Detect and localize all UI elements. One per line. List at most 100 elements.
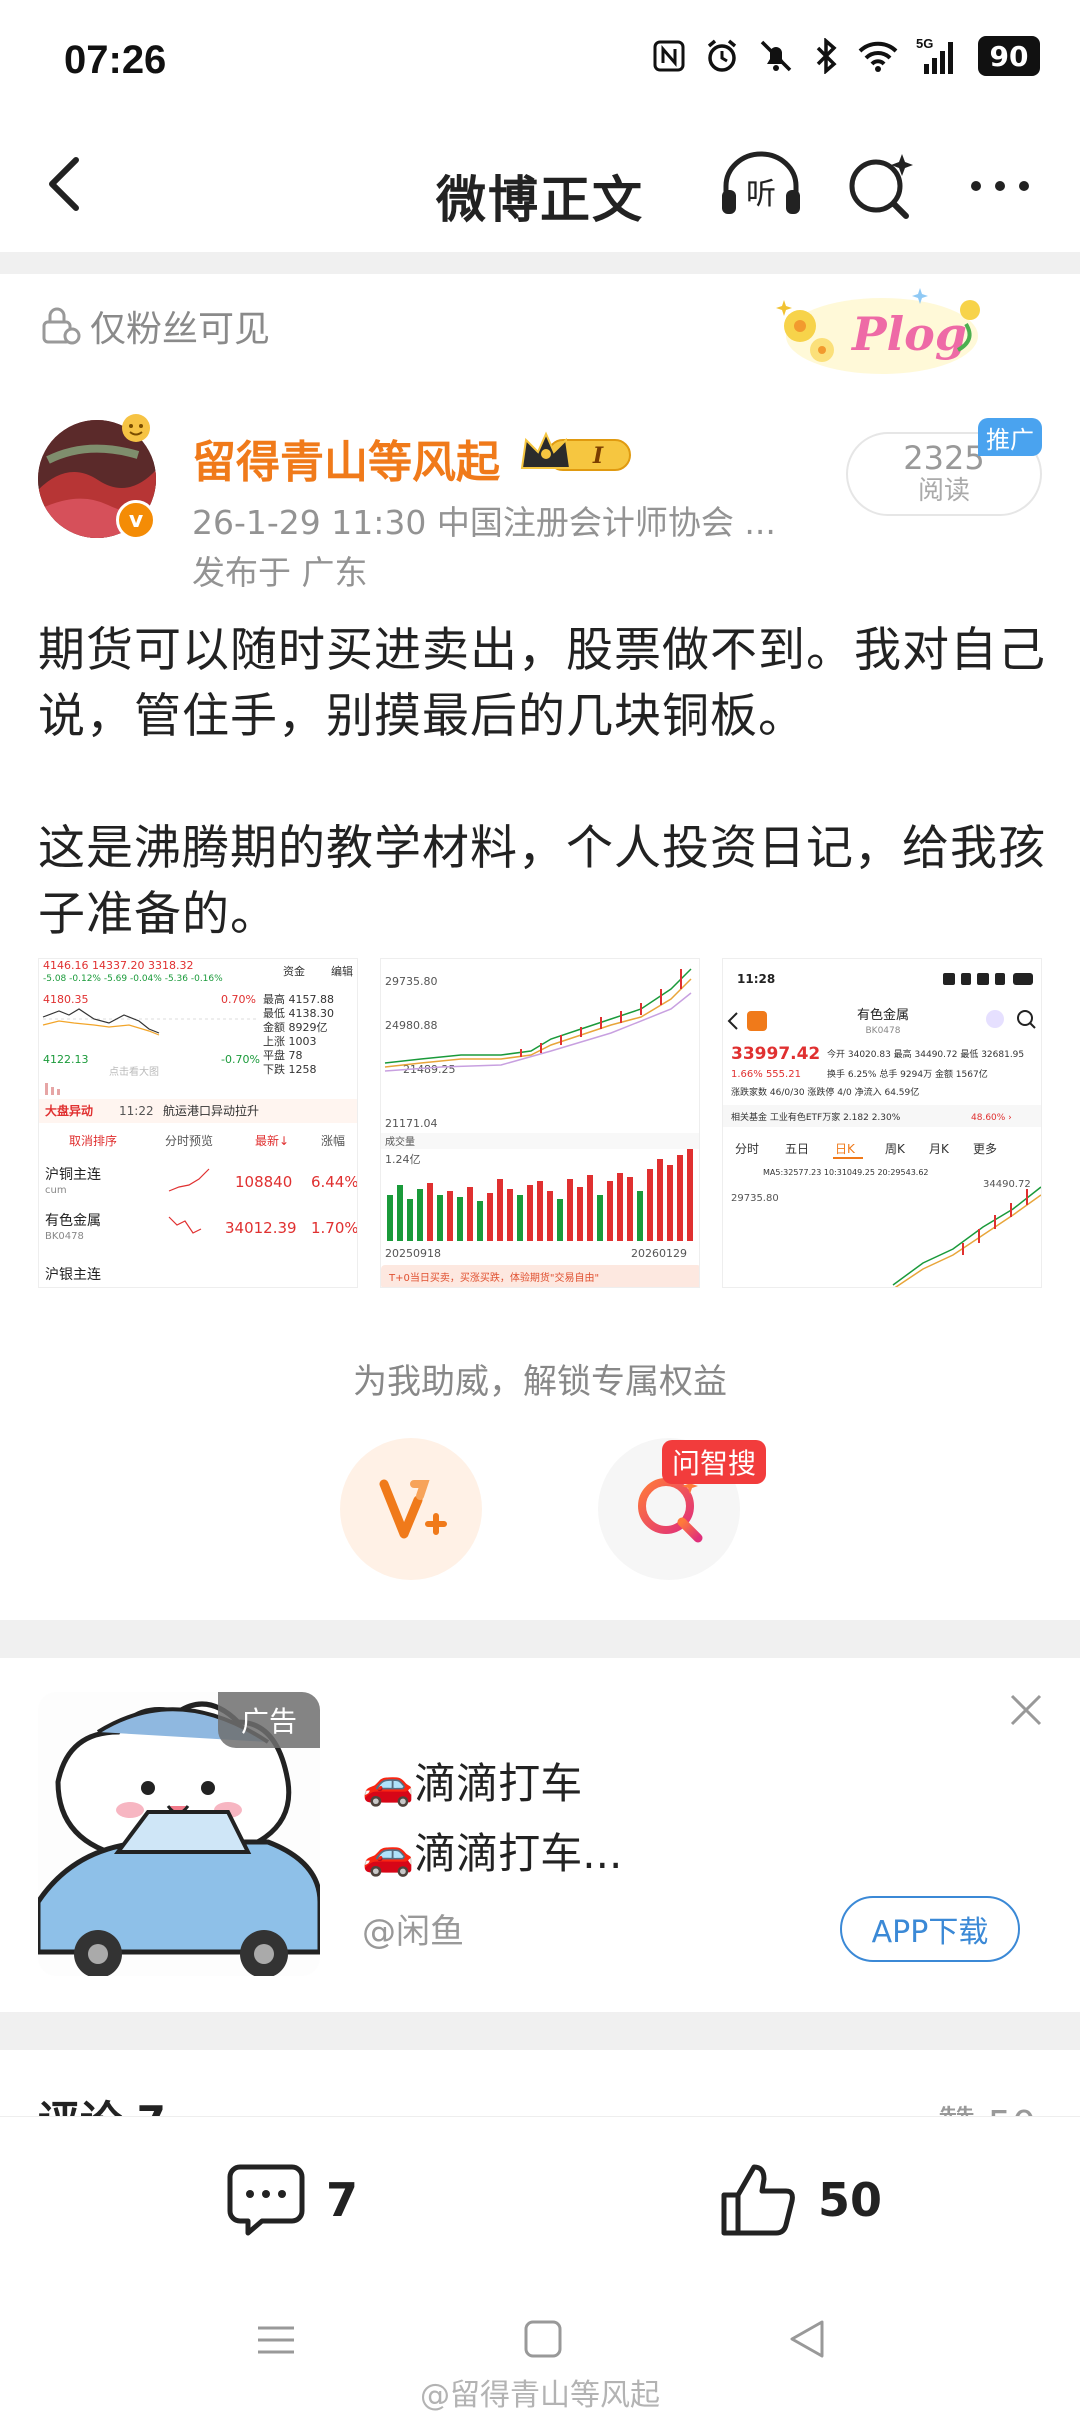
post-image-2[interactable]: 29735.80 24980.88 21489.25 21171.04 成交量 … (380, 958, 700, 1288)
t2-y-top: 29735.80 (385, 975, 438, 988)
t1-header2: -5.08 -0.12% -5.69 -0.04% -5.36 -0.16% (43, 974, 223, 984)
nav-bar: 微博正文 听 (0, 120, 1080, 250)
t1-stat: 最低 4138.30 (263, 1007, 334, 1020)
ad-label: 广告 (218, 1692, 320, 1748)
comment-button[interactable]: 7 (226, 2161, 358, 2239)
plog-badge: Plog (770, 280, 992, 380)
nfc-icon (652, 39, 686, 73)
plog-text: Plog (850, 307, 967, 361)
network-type-label: 5G (916, 36, 933, 51)
t2-vol-value: 1.24亿 (385, 1153, 421, 1166)
t3-price: 33997.42 (731, 1044, 820, 1064)
wifi-icon (858, 39, 898, 73)
lock-icon (42, 307, 81, 345)
t2-notice: T+0当日买卖，买涨买跌，体验期货"交易自由" (388, 1271, 599, 1284)
t1-col: 取消排序 (69, 1133, 117, 1148)
t1-alert-time: 11:22 (119, 1104, 154, 1118)
t3-y-low: 29735.80 (731, 1193, 779, 1204)
vplus-icon (379, 1479, 447, 1539)
section-divider (0, 1620, 1080, 1658)
t1-col: 涨幅 (321, 1133, 345, 1148)
t1-col: 最新↓ (255, 1133, 289, 1148)
t1-row-code: cum (45, 1185, 67, 1196)
t2-date-start: 20250918 (385, 1247, 441, 1260)
t1-price-low: 4122.13 (43, 1053, 89, 1066)
t2-date-end: 20260129 (631, 1247, 687, 1260)
vip-level: I (592, 443, 604, 469)
t1-row-price: 34012.39 (225, 1219, 297, 1237)
t2-y-bottom: 21171.04 (385, 1117, 438, 1130)
like-button[interactable]: 50 (718, 2161, 882, 2239)
t1-alert-text: 航运港口异动拉升 (163, 1103, 259, 1118)
read-label: 阅读 (917, 476, 970, 506)
t3-tab: 月K (929, 1142, 950, 1156)
t1-col: 分时预览 (165, 1133, 213, 1148)
battery-indicator: 90 (978, 36, 1040, 76)
t1-stat: 下跌 1258 (263, 1062, 317, 1076)
more-button[interactable] (960, 150, 1040, 222)
thumbs-up-icon (721, 2164, 795, 2236)
t3-code: BK0478 (866, 1026, 901, 1036)
signal-5g-icon: 5G (916, 36, 960, 76)
t3-y-top: 34490.72 (983, 1179, 1031, 1190)
visibility-text: 仅粉丝可见 (90, 309, 271, 350)
back-triangle-icon (790, 2320, 824, 2358)
visibility-label: 仅粉丝可见 (38, 300, 270, 352)
system-back-button[interactable] (784, 2316, 830, 2362)
post-location: 发布于 广东 (192, 553, 368, 592)
ad-title[interactable]: 🚗滴滴打车 (362, 1750, 582, 1811)
alarm-icon (704, 38, 740, 74)
watermark: @留得青山等风起 (420, 2378, 660, 2412)
post-image-1[interactable]: 4146.16 14337.20 3318.32 -5.08 -0.12% -5… (38, 958, 358, 1288)
promo-tag: 推广 (978, 418, 1042, 456)
listen-label: 听 (746, 177, 776, 212)
t2-y-mid: 24980.88 (385, 1019, 438, 1032)
system-nav-bar: @留得青山等风起 (0, 2286, 1080, 2412)
bluetooth-icon (812, 38, 840, 74)
t1-header: 4146.16 14337.20 3318.32 (43, 959, 193, 972)
ad-source: @闲鱼 (362, 1912, 464, 1952)
t3-related: 相关基金 工业有色ETF万家 2.182 2.30% (731, 1111, 901, 1123)
page-title: 微博正文 (436, 171, 644, 229)
t1-price-top: 4180.35 (43, 993, 89, 1006)
t3-time: 11:28 (737, 972, 775, 986)
menu-icon (258, 2326, 294, 2354)
ai-search-button[interactable] (846, 150, 916, 222)
ask-search-tag: 问智搜 (662, 1440, 767, 1484)
t3-tab: 周K (885, 1142, 906, 1156)
t1-pct-top: 0.70% (221, 993, 256, 1006)
post-paragraph: 期货可以随时买进卖出，股票做不到。我对自己说，管住手，别摸最后的几块铜板。 (38, 623, 1046, 744)
t1-stat: 最高 4157.88 (263, 992, 334, 1006)
t1-row-price: 108840 (235, 1173, 292, 1191)
vplus-support-button[interactable] (340, 1438, 482, 1580)
t1-alert-label: 大盘异动 (45, 1103, 93, 1118)
t1-row-code: BK0478 (45, 1231, 84, 1242)
comment-count: 7 (326, 2173, 359, 2227)
verified-badge-icon: v (116, 500, 156, 540)
t1-row-name: 沪铜主连 (45, 1167, 101, 1183)
svg-text:48.60% ›: 48.60% › (971, 1113, 1012, 1123)
headphones-icon: 听 (722, 151, 800, 214)
avatar-decoration-icon (118, 410, 154, 446)
mute-icon (758, 38, 794, 74)
t1-row-name: 沪银主连 (45, 1267, 101, 1283)
home-button[interactable] (520, 2316, 566, 2362)
ad-close-button[interactable] (1006, 1690, 1046, 1730)
post-image-3[interactable]: 11:28 有色金属 BK0478 33997.42 今开 34020.83 最… (722, 958, 1042, 1288)
author-name[interactable]: 留得青山等风起 (192, 426, 500, 490)
t1-hint: 点击看大图 (109, 1065, 159, 1078)
section-divider (0, 252, 1080, 274)
section-divider (0, 2012, 1080, 2050)
recent-apps-button[interactable] (254, 2318, 298, 2362)
ad-subtitle[interactable]: 🚗滴滴打车... (362, 1820, 622, 1881)
status-bar: 07:26 5G 90 (0, 0, 1080, 120)
post-body: 期货可以随时买进卖出，股票做不到。我对自己说，管住手，别摸最后的几块铜板。 这是… (38, 618, 1048, 948)
app-download-button[interactable]: APP下载 (840, 1896, 1020, 1962)
t3-tab: 日K (835, 1142, 856, 1156)
listen-button[interactable]: 听 (718, 150, 804, 222)
status-icons: 5G 90 (652, 36, 1040, 76)
t3-ma: MA5:32577.23 10:31049.25 20:29543.62 (763, 1168, 929, 1177)
t3-tab: 分时 (735, 1142, 759, 1156)
t3-title: 有色金属 (857, 1007, 909, 1023)
t3-stats-c: 涨跌家数 46/0/30 涨跌停 4/0 净流入 64.59亿 (731, 1086, 919, 1098)
